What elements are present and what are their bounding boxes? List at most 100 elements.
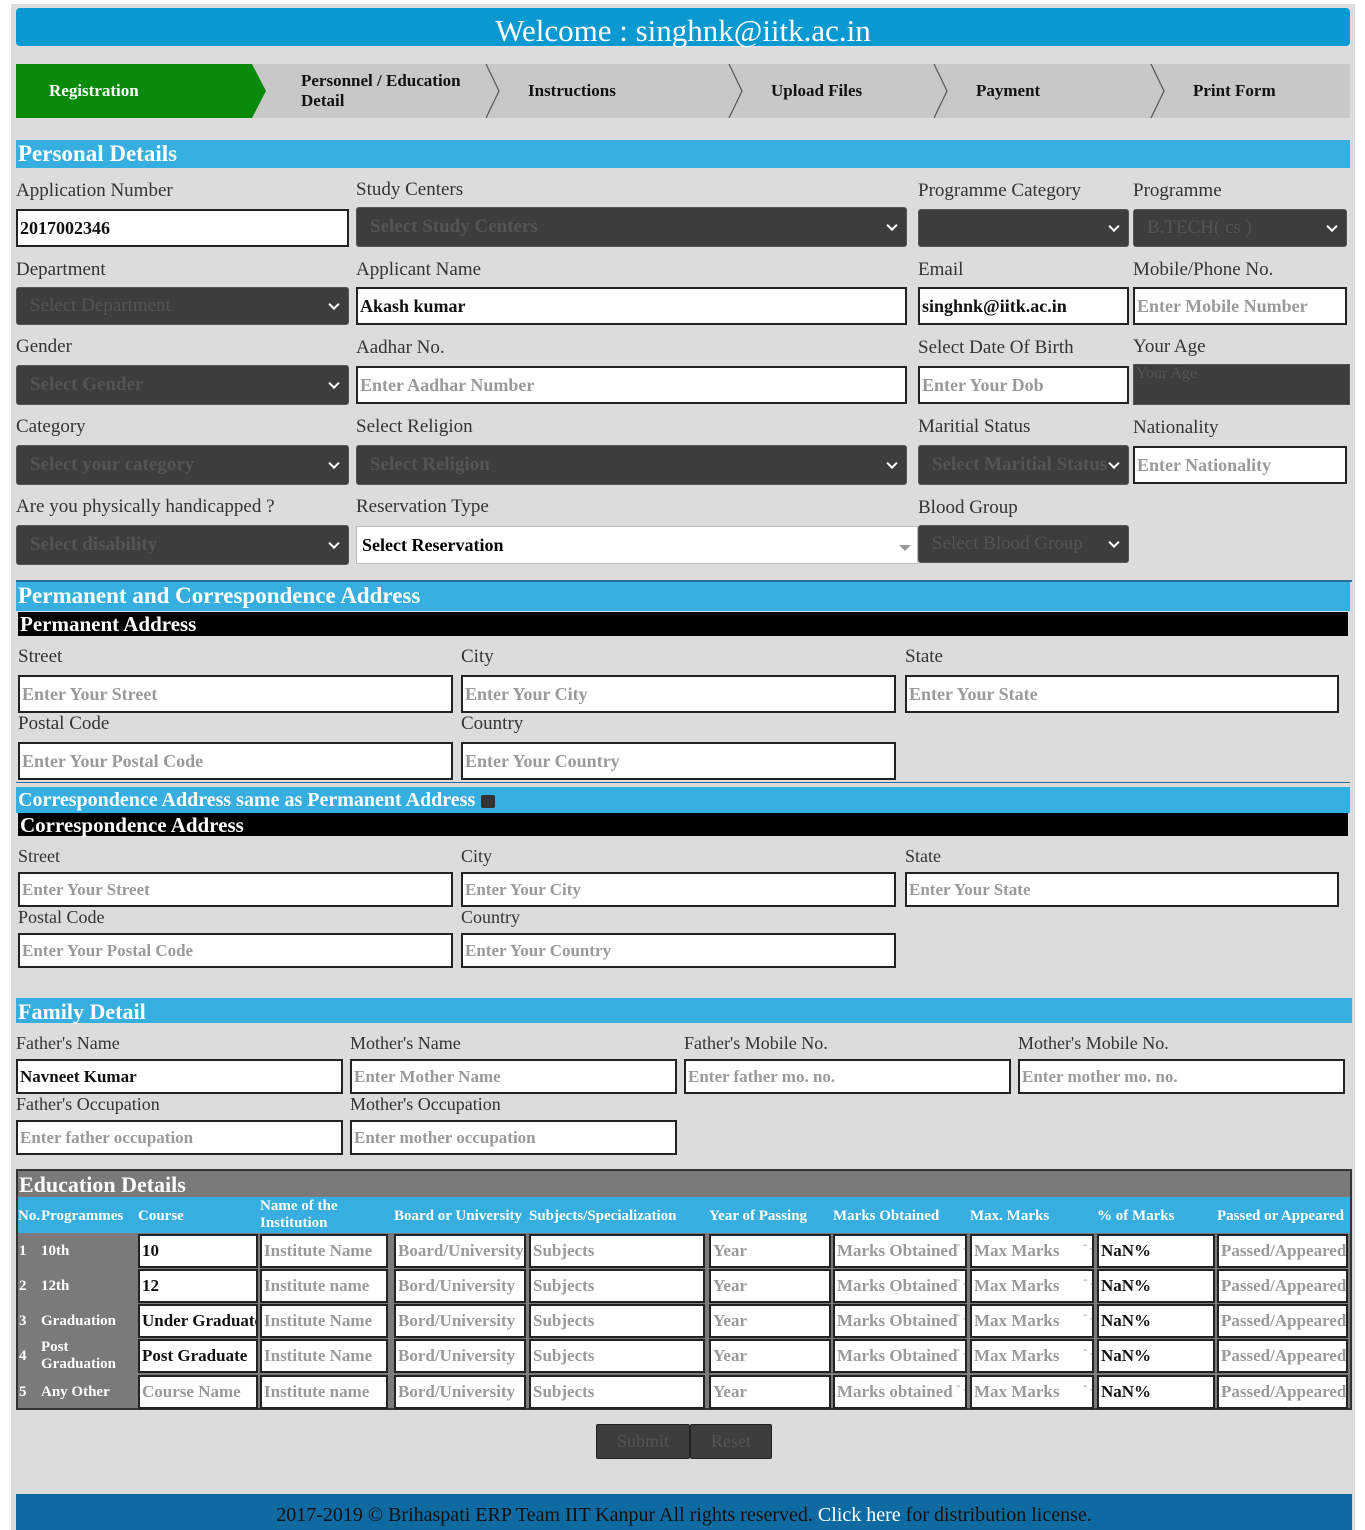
edu-year-input[interactable]: Year — [709, 1375, 831, 1409]
edu-subjects-input[interactable]: Subjects — [529, 1234, 705, 1268]
programme-category-select[interactable] — [918, 209, 1129, 247]
step-upload-files[interactable]: Upload Files — [771, 64, 931, 118]
edu-passed-input[interactable]: Passed/Appeared — [1217, 1269, 1348, 1303]
study-centers-select[interactable]: Select Study Centers — [356, 207, 907, 247]
edu-subjects-input[interactable]: Subjects — [529, 1269, 705, 1303]
edu-marks-input[interactable]: Marks Obtained⌃⌄ — [833, 1234, 967, 1268]
corr-city-input[interactable]: Enter Your City — [461, 872, 896, 907]
step-registration[interactable]: Registration — [16, 64, 266, 118]
perm-street-input[interactable]: Enter Your Street — [18, 675, 453, 713]
edu-course-input[interactable]: 10 — [138, 1234, 258, 1268]
edu-subjects-input[interactable]: Subjects — [529, 1304, 705, 1338]
edu-board-input[interactable]: Board/University — [394, 1234, 526, 1268]
step-print-form[interactable]: Print Form — [1193, 64, 1343, 118]
edu-course-input[interactable]: Under Graduate — [138, 1304, 258, 1338]
step-instructions[interactable]: Instructions — [528, 64, 728, 118]
edu-year-input[interactable]: Year — [709, 1339, 831, 1373]
reservation-select[interactable]: Select Reservation — [356, 526, 918, 564]
edu-institute-input[interactable]: Institute Name — [260, 1339, 388, 1373]
edu-passed-input[interactable]: Passed/Appeared — [1217, 1234, 1348, 1268]
spinner-icon[interactable]: ⌃⌄ — [955, 1349, 965, 1363]
edu-max-input[interactable]: Max Marks ⌃⌄ — [970, 1375, 1094, 1409]
marital-select[interactable]: Select Maritial Status — [918, 445, 1129, 485]
edu-pct-input[interactable]: NaN% — [1097, 1375, 1215, 1409]
edu-course-input[interactable]: Post Graduate — [138, 1339, 258, 1373]
spinner-icon[interactable]: ⌃⌄ — [1082, 1314, 1092, 1328]
age-textarea[interactable]: Your Age — [1133, 364, 1350, 405]
gender-select[interactable]: Select Gender — [16, 365, 349, 405]
edu-pct-input[interactable]: NaN% — [1097, 1339, 1215, 1373]
edu-passed-input[interactable]: Passed/Appeared — [1217, 1375, 1348, 1409]
mobile-input[interactable]: Enter Mobile Number — [1133, 287, 1347, 325]
mother-name-input[interactable]: Enter Mother Name — [350, 1059, 677, 1094]
edu-passed-input[interactable]: Passed/Appeared — [1217, 1339, 1348, 1373]
same-address-checkbox[interactable] — [481, 794, 496, 808]
spinner-icon[interactable]: ⌃⌄ — [955, 1279, 965, 1293]
corr-country-input[interactable]: Enter Your Country — [461, 933, 896, 968]
edu-marks-input[interactable]: Marks Obtained⌃⌄ — [833, 1339, 967, 1373]
edu-max-input[interactable]: Max Marks ⌃⌄ — [970, 1234, 1094, 1268]
blood-group-select[interactable]: Select Blood Group — [918, 525, 1129, 563]
step-personnel-education[interactable]: Personnel / Education Detail — [301, 64, 486, 118]
father-mobile-input[interactable]: Enter father mo. no. — [684, 1059, 1011, 1094]
spinner-icon[interactable]: ⌃⌄ — [955, 1385, 965, 1399]
spinner-icon[interactable]: ⌃⌄ — [1082, 1244, 1092, 1258]
edu-pct-input[interactable]: NaN% — [1097, 1269, 1215, 1303]
edu-max-input[interactable]: Max Marks ⌃⌄ — [970, 1269, 1094, 1303]
programme-select[interactable]: B.TECH( cs ) — [1133, 209, 1347, 247]
edu-year-input[interactable]: Year — [709, 1234, 831, 1268]
edu-passed-input[interactable]: Passed/Appeared — [1217, 1304, 1348, 1338]
edu-institute-input[interactable]: Institute Name — [260, 1304, 388, 1338]
edu-pct-input[interactable]: NaN% — [1097, 1234, 1215, 1268]
edu-institute-input[interactable]: Institute Name — [260, 1234, 388, 1268]
father-occupation-input[interactable]: Enter father occupation — [16, 1120, 343, 1155]
father-name-input[interactable]: Navneet Kumar — [16, 1059, 343, 1094]
edu-year-input[interactable]: Year — [709, 1304, 831, 1338]
spinner-icon[interactable]: ⌃⌄ — [1082, 1385, 1092, 1399]
corr-state-input[interactable]: Enter Your State — [905, 872, 1339, 907]
dob-input[interactable]: Enter Your Dob — [918, 366, 1129, 404]
perm-state-input[interactable]: Enter Your State — [905, 675, 1339, 713]
aadhar-input[interactable]: Enter Aadhar Number — [356, 366, 907, 404]
edu-max-input[interactable]: Max Marks ⌃⌄ — [970, 1304, 1094, 1338]
edu-max-input[interactable]: Max Marks ⌃⌄ — [970, 1339, 1094, 1373]
submit-button[interactable]: Submit — [596, 1424, 690, 1459]
spinner-icon[interactable]: ⌃⌄ — [955, 1244, 965, 1258]
reset-button[interactable]: Reset — [690, 1424, 772, 1459]
edu-course-input[interactable]: Course Name — [138, 1375, 258, 1409]
license-link[interactable]: Click here — [818, 1504, 901, 1526]
edu-marks-input[interactable]: Marks Obtained⌃⌄ — [833, 1269, 967, 1303]
email-input[interactable]: singhnk@iitk.ac.in — [918, 287, 1129, 325]
edu-institute-input[interactable]: Institute name — [260, 1269, 388, 1303]
category-select[interactable]: Select your category — [16, 445, 349, 485]
perm-city-input[interactable]: Enter Your City — [461, 675, 896, 713]
edu-board-input[interactable]: Bord/University — [394, 1375, 526, 1409]
department-select[interactable]: Select Department — [16, 287, 349, 325]
application-number-input[interactable]: 2017002346 — [16, 209, 349, 247]
handicapped-select[interactable]: Select disability — [16, 525, 349, 565]
corr-postal-input[interactable]: Enter Your Postal Code — [18, 933, 453, 968]
edu-marks-input[interactable]: Marks obtained⌃⌄ — [833, 1375, 967, 1409]
mother-occupation-input[interactable]: Enter mother occupation — [350, 1120, 677, 1155]
nationality-input[interactable]: Enter Nationality — [1133, 446, 1347, 484]
perm-country-input[interactable]: Enter Your Country — [461, 742, 896, 780]
religion-select[interactable]: Select Religion — [356, 445, 907, 485]
step-payment[interactable]: Payment — [976, 64, 1146, 118]
edu-board-input[interactable]: Bord/University — [394, 1339, 526, 1373]
perm-postal-input[interactable]: Enter Your Postal Code — [18, 742, 453, 780]
spinner-icon[interactable]: ⌃⌄ — [1082, 1279, 1092, 1293]
edu-subjects-input[interactable]: Subjects — [529, 1339, 705, 1373]
edu-board-input[interactable]: Bord/University — [394, 1269, 526, 1303]
spinner-icon[interactable]: ⌃⌄ — [955, 1314, 965, 1328]
mother-mobile-input[interactable]: Enter mother mo. no. — [1018, 1059, 1345, 1094]
spinner-icon[interactable]: ⌃⌄ — [1082, 1349, 1092, 1363]
edu-marks-input[interactable]: Marks Obtained⌃⌄ — [833, 1304, 967, 1338]
edu-pct-input[interactable]: NaN% — [1097, 1304, 1215, 1338]
edu-board-input[interactable]: Bord/University — [394, 1304, 526, 1338]
applicant-name-input[interactable]: Akash kumar — [356, 287, 907, 325]
edu-subjects-input[interactable]: Subjects — [529, 1375, 705, 1409]
edu-year-input[interactable]: Year — [709, 1269, 831, 1303]
edu-course-input[interactable]: 12 — [138, 1269, 258, 1303]
edu-institute-input[interactable]: Institute name — [260, 1375, 388, 1409]
corr-street-input[interactable]: Enter Your Street — [18, 872, 453, 907]
